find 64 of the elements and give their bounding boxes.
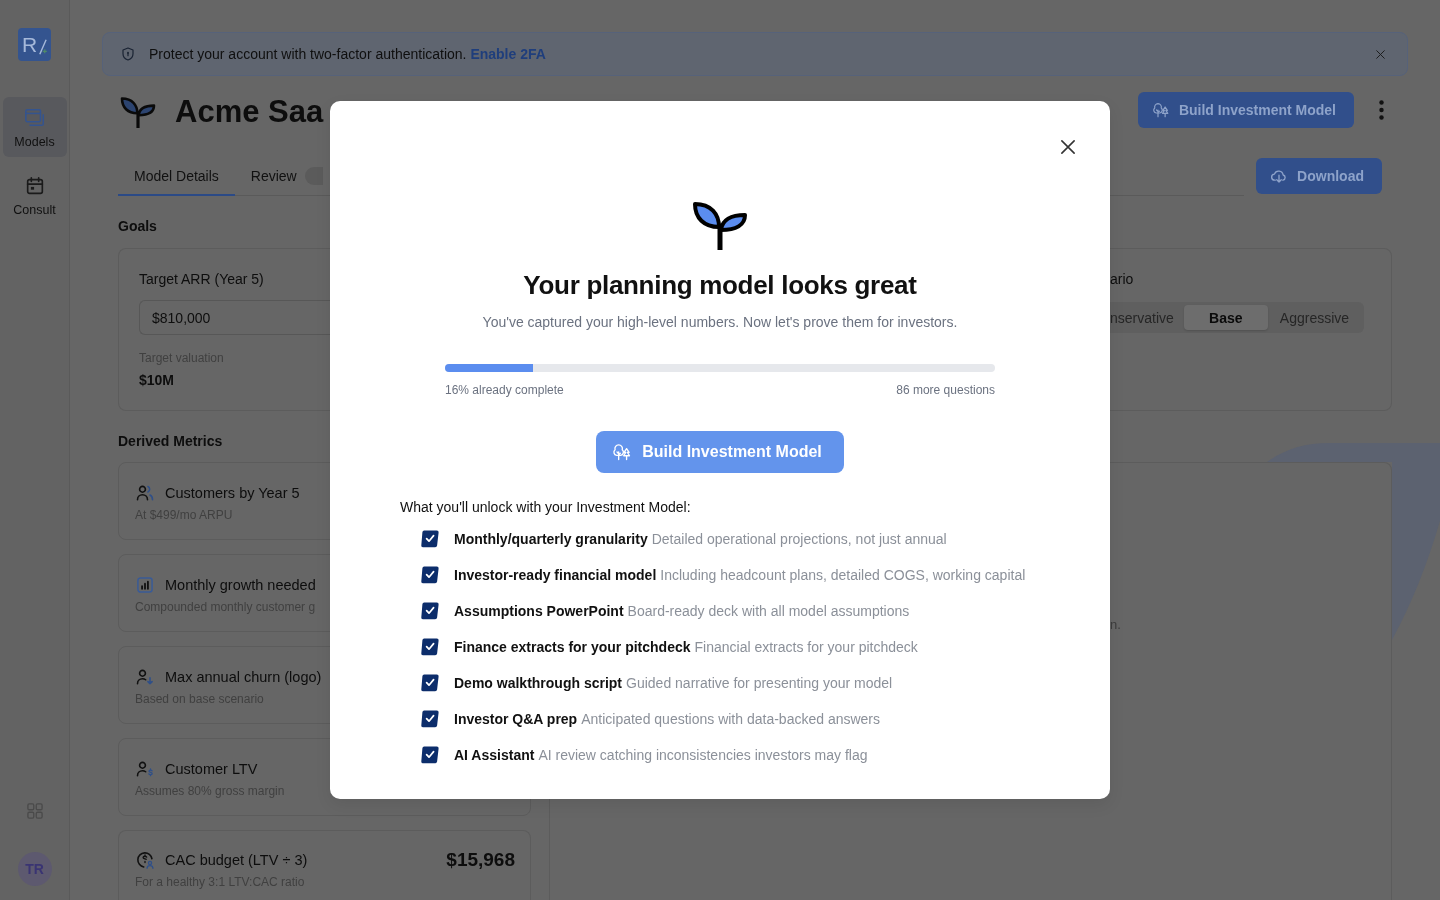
banner-message: Protect your account with two-factor authentication. Enable 2FA — [149, 46, 547, 62]
field-label: Target ARR (Year 5) — [139, 270, 264, 288]
feature-description: Detailed operational projections, not just annual — [651, 531, 947, 547]
feature-title: Finance extracts for your pitchdeck — [454, 639, 691, 655]
scenario-label: ario — [1110, 270, 1134, 288]
user-down-arrow-icon — [135, 667, 155, 687]
trees-icon — [612, 442, 633, 462]
section-heading: Derived Metrics — [118, 432, 223, 450]
feature-title: Investor Q&A prep — [454, 711, 578, 727]
more-icon — [1379, 100, 1384, 120]
feature-description: AI review catching inconsistencies investors may flag — [538, 747, 868, 763]
metric-title: Monthly growth needed — [165, 577, 316, 593]
app-logo: R — [18, 28, 51, 61]
download-button[interactable]: Download — [1256, 158, 1382, 194]
section-heading: Goals — [118, 217, 157, 235]
feature-description: Financial extracts for your pitchdeck — [694, 639, 918, 655]
segment-option[interactable]: nservative — [1110, 305, 1184, 330]
modal-subtitle: You've captured your high-level numbers. Now let's prove them for investors. — [482, 313, 958, 332]
metric-value: $15,968 — [446, 849, 515, 871]
metric-title: Customers by Year 5 — [165, 485, 300, 501]
feature-title: Demo walkthrough script — [454, 675, 623, 691]
sidebar-nav-item[interactable]: Models — [2, 97, 67, 157]
trees-icon — [1151, 101, 1170, 119]
shield-icon — [120, 46, 136, 62]
sprout-icon — [692, 200, 748, 250]
feature-title: Assumptions PowerPoint — [454, 603, 624, 619]
feature-title: Monthly/quarterly granularity — [454, 531, 648, 547]
feature-description: Guided narrative for presenting your model — [626, 675, 893, 691]
page-title: Acme Saa — [175, 93, 324, 131]
modal-title: Your planning model looks great — [523, 269, 917, 302]
target-arr-field[interactable]: $810,000 — [139, 300, 330, 335]
metric-title: Max annual churn (logo) — [165, 669, 322, 685]
metric-title: CAC budget (LTV ÷ 3) — [165, 852, 308, 868]
feature-description: Anticipated questions with data-backed answers — [581, 711, 880, 727]
segment-option[interactable]: Aggressive — [1267, 305, 1362, 330]
valuation-value: $10M — [139, 371, 175, 389]
windows-icon — [23, 107, 46, 129]
feature-description: Including headcount plans, detailed COGS, working capital — [660, 567, 1026, 583]
sprout-icon — [120, 96, 156, 128]
build-model-button[interactable]: Build Investment Model — [596, 431, 844, 473]
cloud-download-icon — [1270, 167, 1289, 185]
bar-chart-icon — [135, 575, 155, 595]
close-button[interactable] — [1061, 140, 1075, 154]
grid-icon — [24, 801, 45, 821]
metric-title: Customer LTV — [165, 761, 258, 777]
enable-2fa-link[interactable]: Enable 2FA — [470, 46, 546, 62]
progress-label: 16% already complete — [445, 382, 564, 398]
close-icon — [1374, 47, 1387, 61]
coin-user-icon — [135, 850, 155, 870]
dismiss-button[interactable] — [1374, 47, 1387, 61]
tab[interactable]: Model Details — [118, 158, 235, 196]
more-button[interactable] — [1379, 100, 1384, 120]
progress-label: 86 more questions — [896, 382, 995, 398]
feature-title: AI Assistant — [454, 747, 535, 763]
user-dollar-icon — [135, 759, 155, 779]
segment-option[interactable]: Base — [1183, 305, 1268, 330]
feature-description: Board-ready deck with all model assumptions — [627, 603, 910, 619]
tab[interactable]: Review — [234, 158, 323, 196]
sidebar-nav-item[interactable]: Consult — [2, 165, 67, 225]
users-icon — [135, 483, 155, 503]
close-icon — [1061, 140, 1075, 154]
feature-title: Investor-ready financial model — [454, 567, 657, 583]
unlock-heading: What you'll unlock with your Investment Model: — [400, 498, 691, 517]
build-model-button[interactable]: Build Investment Model — [1137, 92, 1354, 128]
